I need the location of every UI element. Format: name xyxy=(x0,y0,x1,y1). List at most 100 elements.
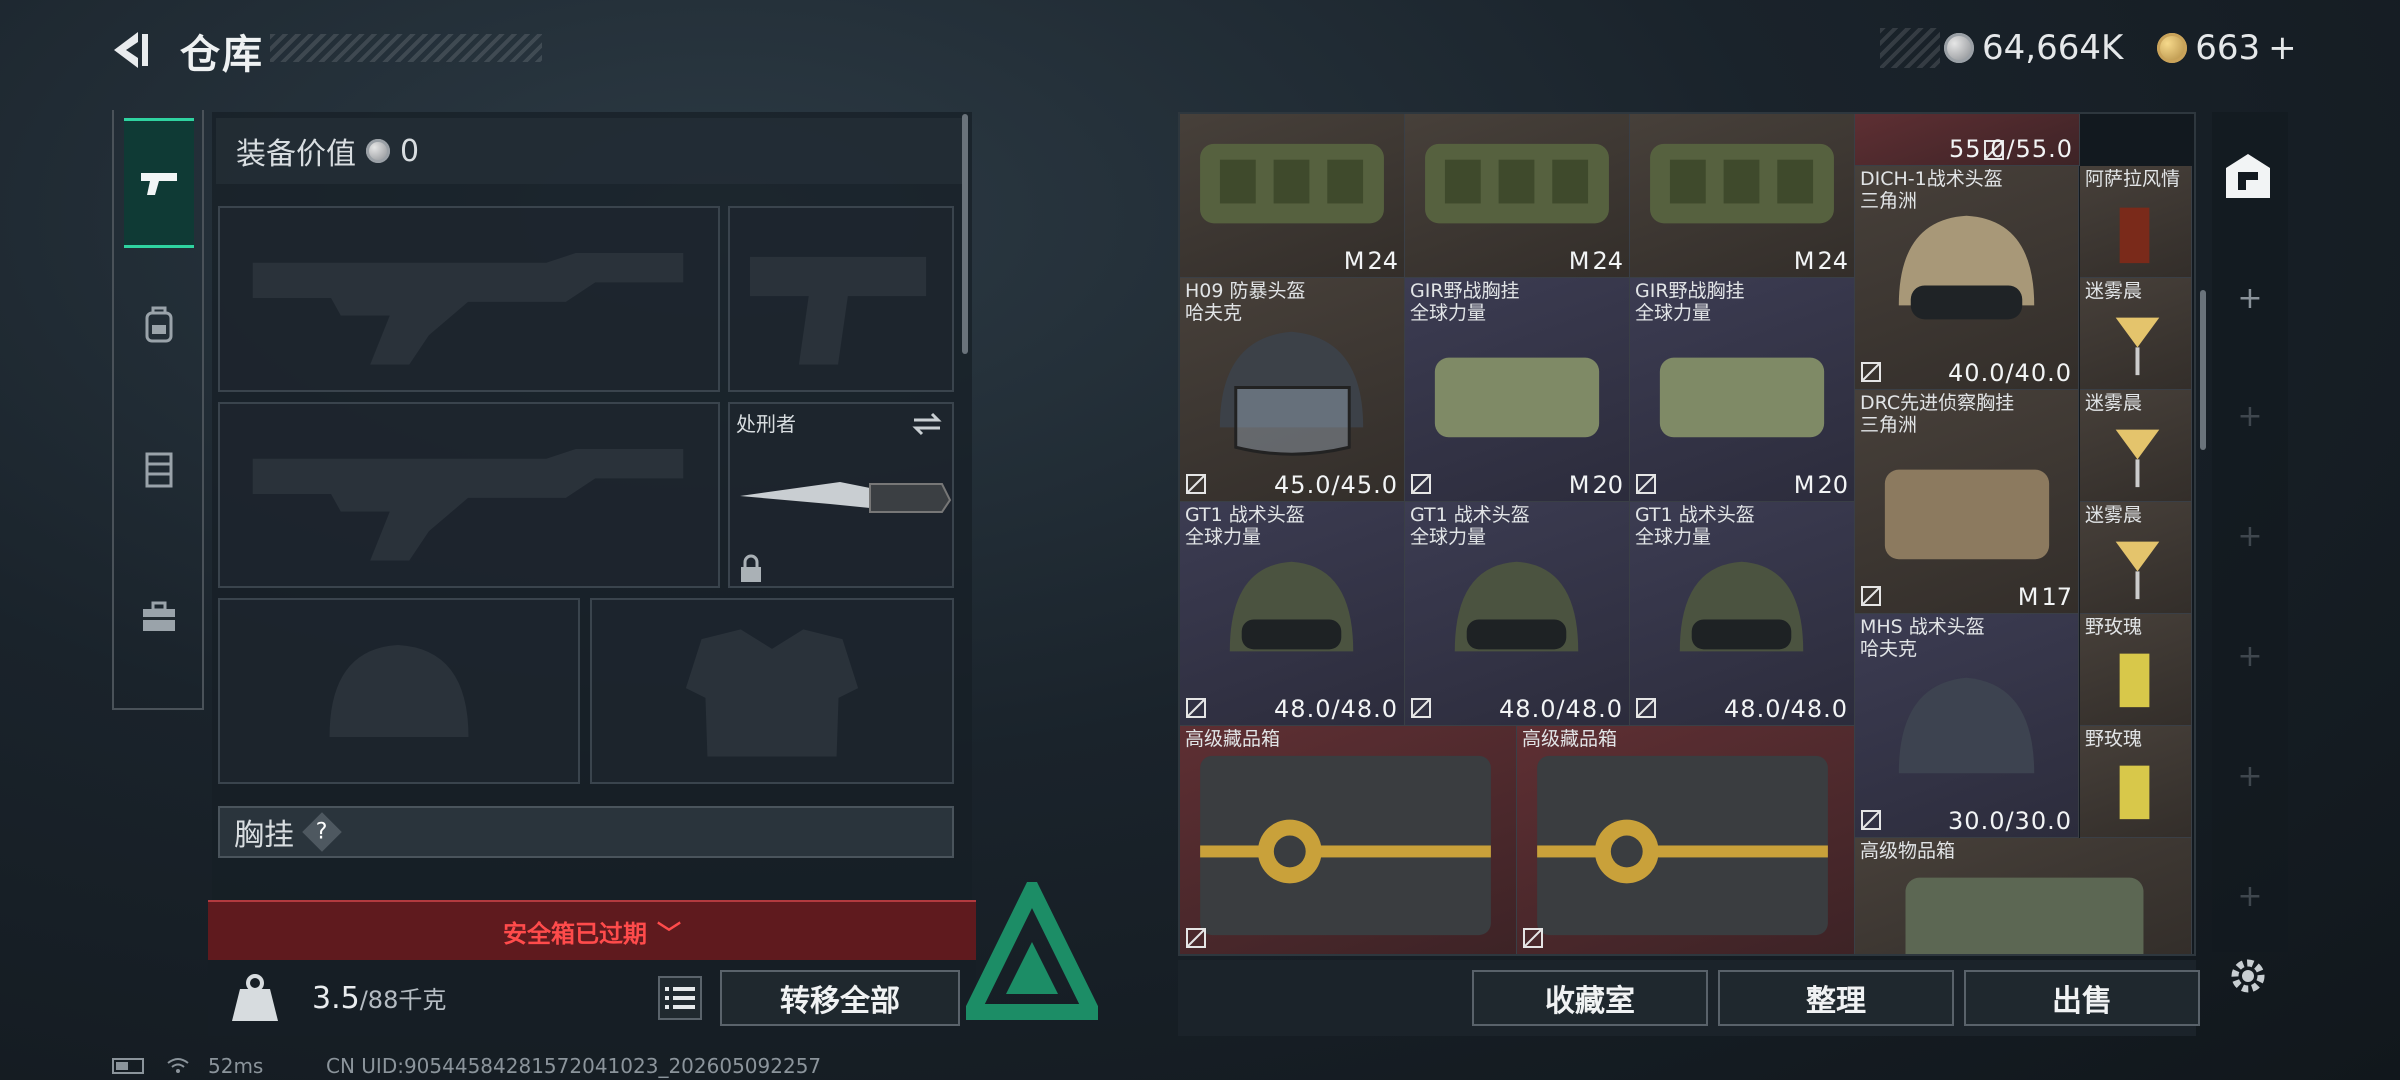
nav-toolbox[interactable] xyxy=(124,552,194,682)
storage-item[interactable]: GT1 战术头盔 全球力量 48.0/48.0 xyxy=(1630,502,1855,726)
plus-icon: + xyxy=(2237,638,2263,674)
no-insure-icon xyxy=(1861,362,1881,382)
item-count-value: 24 xyxy=(1592,247,1623,275)
lock-icon xyxy=(741,554,761,582)
crate-icon xyxy=(1537,755,1828,936)
storage-item[interactable]: GT1 战术头盔 全球力量 48.0/48.0 xyxy=(1180,502,1405,726)
item-count-value: 24 xyxy=(1817,247,1848,275)
no-insure-icon xyxy=(1411,698,1431,718)
sidearm-slot[interactable] xyxy=(728,206,954,392)
storage-item[interactable]: GIR野战胸挂 全球力量 Ⅿ 20 xyxy=(1405,278,1630,502)
add-storage-tab-button[interactable]: + xyxy=(2230,876,2270,916)
storage-item[interactable]: 高级藏品箱 xyxy=(1517,726,1855,954)
primary-weapon-slot[interactable] xyxy=(218,206,720,392)
helmet-slot[interactable] xyxy=(218,598,580,784)
crate-icon xyxy=(1200,755,1491,936)
carry-weight: 3.5/88千克 xyxy=(312,980,446,1016)
storage-item[interactable]: GIR野战胸挂 全球力量 Ⅿ 20 xyxy=(1630,278,1855,502)
no-insure-icon xyxy=(1861,586,1881,606)
item-count: Ⅿ 24 xyxy=(1794,247,1848,275)
nav-chest-rig[interactable] xyxy=(124,405,194,535)
page-title: 仓库 xyxy=(180,32,264,78)
storage-item[interactable]: 野玫瑰 xyxy=(2080,614,2192,726)
armor-slot[interactable] xyxy=(590,598,954,784)
nav-backpack[interactable] xyxy=(124,260,194,390)
storage-item[interactable]: H09 防暴头盔 哈夫克 45.0/45.0 xyxy=(1180,278,1405,502)
transfer-all-button[interactable]: 转移全部 xyxy=(720,970,960,1026)
currency-bar: 64,664K 663 + xyxy=(1880,28,2300,68)
chest-rig-row[interactable]: 胸挂 ? xyxy=(218,806,954,858)
add-storage-tab-button[interactable]: + xyxy=(2230,396,2270,436)
storage-item[interactable]: Ⅿ 24 xyxy=(1630,114,1855,278)
nav-weapons[interactable] xyxy=(124,118,194,248)
weight-count-icon: Ⅿ xyxy=(1793,247,1815,275)
list-view-button[interactable] xyxy=(658,976,702,1020)
add-storage-tab-button[interactable]: + xyxy=(2230,756,2270,796)
storage-item[interactable]: GT1 战术头盔 全球力量 48.0/48.0 xyxy=(1405,502,1630,726)
status-bar: 52ms xyxy=(112,1054,263,1078)
battery-icon xyxy=(112,1058,144,1074)
silver-amount: 64,664K xyxy=(1982,28,2124,68)
item-durability: 48.0/48.0 xyxy=(1724,695,1848,723)
loadout-scrollbar[interactable] xyxy=(962,114,968,354)
drink-icon xyxy=(2115,429,2160,488)
storage-grid: Ⅿ 24 Ⅿ 24 Ⅿ 24 55.0/55.0 DICH-1战术头盔 三角洲 40.0… xyxy=(1178,112,2196,956)
backpack-icon xyxy=(145,306,173,343)
helmet-silhouette-icon xyxy=(329,645,469,737)
storage-item[interactable]: DRC先进侦察胸挂 三角洲 Ⅿ 17 xyxy=(1855,390,2079,614)
wifi-icon xyxy=(167,1058,189,1073)
storage-item[interactable]: 高级物品箱 xyxy=(1855,838,2192,954)
storage-item[interactable]: DICH-1战术头盔 三角洲 40.0/40.0 xyxy=(1855,166,2079,390)
item-count: Ⅿ 24 xyxy=(1569,247,1623,275)
safe-box-status: 安全箱已过期 xyxy=(503,919,647,948)
plus-icon: + xyxy=(2237,280,2263,316)
help-glyph: ? xyxy=(316,819,328,845)
storage-item[interactable]: 阿萨拉风情 xyxy=(2080,166,2192,278)
item-durability: 30.0/30.0 xyxy=(1948,807,2072,835)
weight-count-icon: Ⅿ xyxy=(1568,247,1590,275)
add-storage-tab-button[interactable]: + xyxy=(2230,636,2270,676)
item-durability: 55.0/55.0 xyxy=(1949,135,2073,163)
no-insure-icon xyxy=(1411,474,1431,494)
sort-button[interactable]: 整理 xyxy=(1718,970,1954,1026)
help-icon[interactable]: ? xyxy=(302,812,342,852)
storage-item[interactable]: 55.0/55.0 xyxy=(1855,114,2080,166)
title-decoration xyxy=(270,34,542,62)
add-storage-tab-button[interactable]: + xyxy=(2230,516,2270,556)
item-count: Ⅿ 20 xyxy=(1794,471,1848,499)
item-count-value: 24 xyxy=(1367,247,1398,275)
back-button[interactable] xyxy=(108,28,154,72)
safe-box-expired-banner[interactable]: 安全箱已过期 ﹀ xyxy=(208,900,976,960)
storage-item[interactable]: MHS 战术头盔 哈夫克 30.0/30.0 xyxy=(1855,614,2079,838)
storage-item[interactable]: 野玫瑰 xyxy=(2080,726,2192,838)
helmet-icon xyxy=(1454,561,1579,652)
storage-scrollbar[interactable] xyxy=(2200,290,2206,450)
toolbox-icon xyxy=(143,601,175,631)
secondary-weapon-slot[interactable] xyxy=(218,402,720,588)
storage-item[interactable]: 高级藏品箱 xyxy=(1180,726,1517,954)
chest-rig-icon xyxy=(1659,357,1825,438)
item-count: Ⅿ 17 xyxy=(2018,583,2072,611)
silver-coin-icon xyxy=(366,139,390,163)
storage-item[interactable]: 迷雾晨 xyxy=(2080,390,2192,502)
sell-button[interactable]: 出售 xyxy=(1964,970,2200,1026)
plus-icon: + xyxy=(2237,518,2263,554)
drink-icon xyxy=(2119,207,2150,264)
storage-item[interactable]: 迷雾晨 xyxy=(2080,278,2192,390)
gold-topup-button[interactable]: + xyxy=(2268,28,2297,68)
armor-silhouette-icon xyxy=(685,629,859,757)
item-count-value: 17 xyxy=(2041,583,2072,611)
melee-slot[interactable]: 处刑者 xyxy=(728,402,954,588)
weight-count-icon: Ⅿ xyxy=(1793,471,1815,499)
loadout-category-nav xyxy=(112,110,204,710)
add-storage-tab-button[interactable]: + xyxy=(2230,278,2270,318)
storage-item[interactable]: Ⅿ 24 xyxy=(1405,114,1630,278)
loadout-footer: 3.5/88千克 转移全部 xyxy=(208,960,976,1036)
collection-room-button[interactable]: 收藏室 xyxy=(1472,970,1708,1026)
storage-item[interactable]: Ⅿ 24 xyxy=(1180,114,1405,278)
delta-logo-icon xyxy=(966,882,1098,1020)
settings-icon[interactable] xyxy=(2226,954,2270,998)
no-insure-icon xyxy=(1186,928,1206,948)
storage-room-icon[interactable] xyxy=(2222,150,2274,202)
storage-item[interactable]: 迷雾晨 xyxy=(2080,502,2192,614)
